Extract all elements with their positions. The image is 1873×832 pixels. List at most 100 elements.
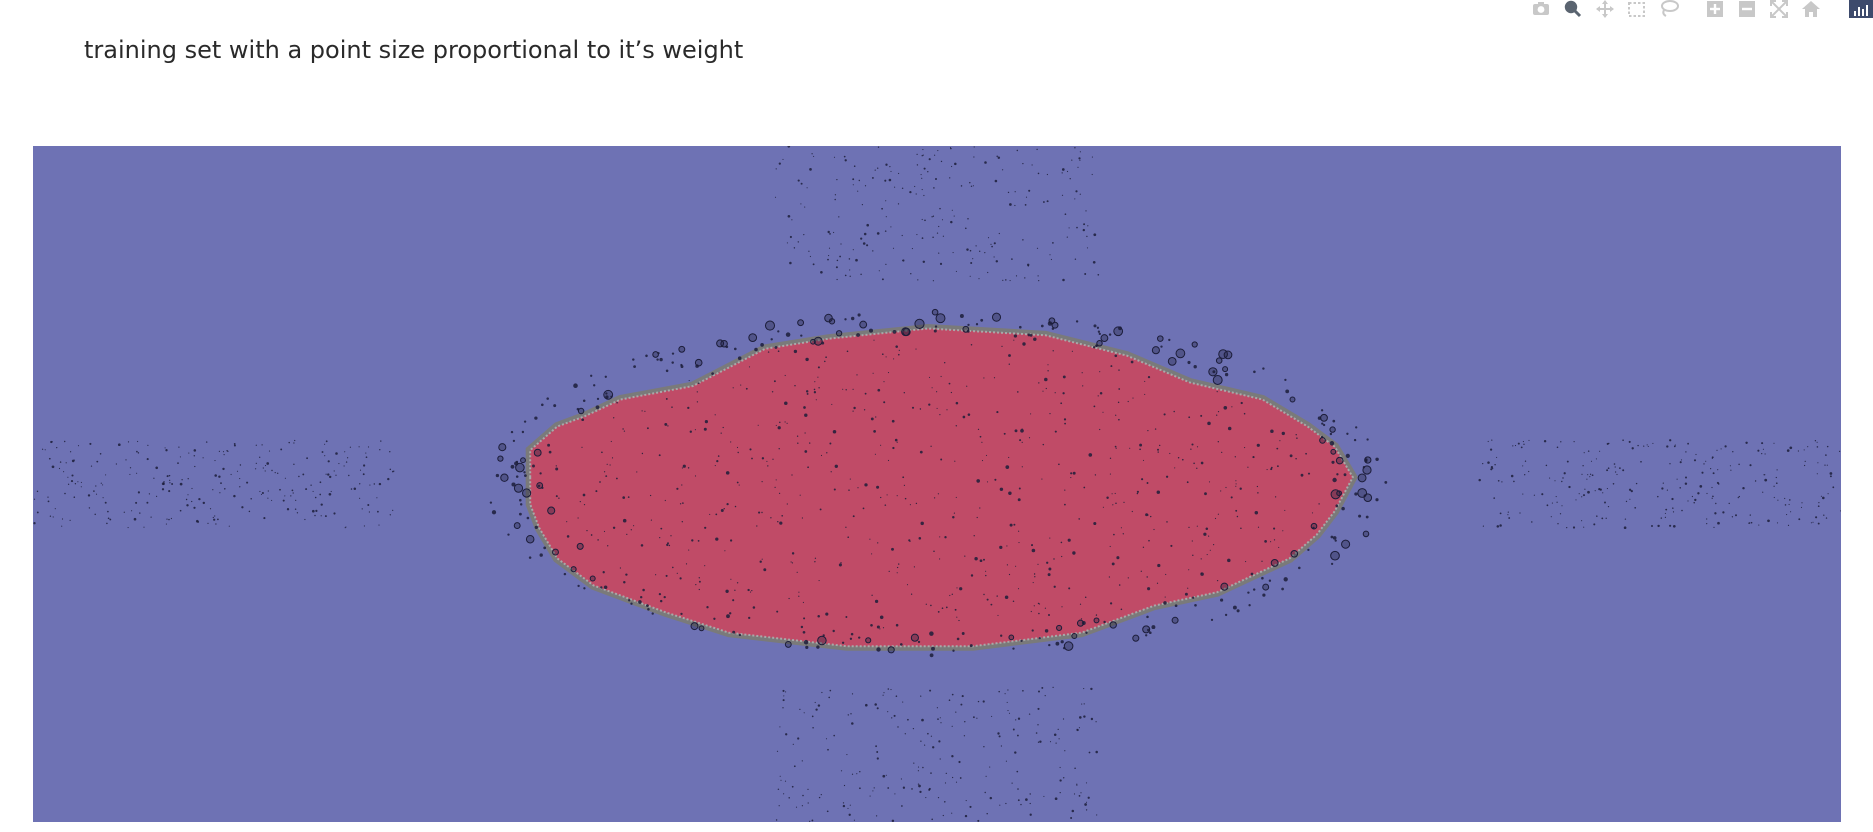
lasso-select-button[interactable] — [1655, 0, 1683, 18]
scatter-point — [1087, 796, 1090, 799]
scatter-point — [1520, 446, 1523, 449]
scatter-point — [47, 500, 50, 503]
scatter-point — [137, 452, 140, 454]
scatter-point — [131, 510, 133, 512]
scatter-point — [937, 718, 939, 720]
scatter-point — [1070, 817, 1073, 819]
scatter-point — [1045, 387, 1047, 390]
scatter-point — [577, 517, 579, 519]
scatter-point — [1551, 502, 1553, 504]
scatter-point — [310, 484, 312, 486]
scatter-point — [995, 260, 999, 263]
scatter-point — [862, 242, 866, 245]
scatter-point — [202, 501, 206, 505]
box-select-button[interactable] — [1623, 0, 1651, 18]
scatter-point — [271, 469, 273, 472]
scatter-point — [304, 518, 306, 521]
scatter-point — [324, 455, 326, 457]
scatter-point — [67, 483, 70, 485]
scatter-point — [1496, 456, 1498, 458]
zoom-in-button[interactable] — [1701, 0, 1729, 18]
scatter-point — [1674, 444, 1676, 446]
scatter-point — [646, 604, 649, 607]
scatter-point — [698, 577, 700, 579]
scatter-point — [1640, 460, 1642, 463]
scatter-point — [1000, 745, 1003, 747]
scatter-point — [1334, 539, 1337, 542]
scatter-point — [951, 755, 954, 758]
zoom-out-button[interactable] — [1733, 0, 1761, 18]
scatter-point — [1085, 210, 1087, 212]
zoom-button[interactable] — [1559, 0, 1587, 18]
scatter-point — [632, 358, 635, 361]
scatter-point — [876, 751, 879, 753]
scatter-point — [1067, 538, 1071, 542]
scatter-point — [1697, 492, 1700, 495]
scatter-point — [1684, 482, 1688, 485]
autoscale-button[interactable] — [1765, 0, 1793, 18]
scatter-point — [912, 728, 915, 730]
scatter-point — [923, 167, 926, 170]
scatter-point — [806, 392, 809, 395]
scatter-point — [1820, 495, 1822, 497]
scatter-point — [1773, 496, 1775, 499]
scatter-point — [894, 793, 896, 795]
scatter-point — [983, 593, 985, 596]
scatter-point — [250, 498, 252, 500]
scatter-point — [975, 245, 977, 247]
scatter-point — [951, 776, 954, 779]
scatter-point — [294, 439, 296, 442]
scatter-point — [945, 606, 948, 609]
scatter-point — [1074, 258, 1077, 260]
scatter-point — [872, 250, 874, 252]
scatter-point — [1025, 196, 1028, 198]
scatter-point — [1190, 448, 1192, 450]
scatter-point — [1061, 194, 1064, 196]
scatter-point — [99, 453, 102, 455]
scatter-point — [952, 516, 955, 519]
scatter-point — [1205, 527, 1209, 530]
scatter-point — [44, 449, 46, 451]
scatter-point — [1061, 168, 1065, 171]
scatter-point — [1358, 514, 1362, 518]
plotly-logo-icon[interactable] — [1849, 0, 1873, 18]
scatter-point — [859, 320, 868, 329]
scatter-point — [1156, 490, 1161, 494]
reset-axes-button[interactable] — [1797, 0, 1825, 18]
scatter-point — [324, 443, 326, 445]
scatter-point — [909, 504, 911, 506]
scatter-point — [970, 185, 973, 188]
scatter-point — [1139, 443, 1143, 447]
scatter-point — [833, 488, 836, 491]
scatter-point — [1672, 524, 1676, 528]
scatter-point — [1108, 333, 1112, 336]
scatter-point — [1200, 572, 1204, 576]
scatter-point — [1764, 453, 1766, 455]
scatter-point — [77, 481, 79, 483]
scatter-point — [1191, 341, 1198, 348]
scatter-point — [770, 517, 772, 519]
camera-button[interactable] — [1527, 0, 1555, 18]
scatter-point — [1070, 472, 1073, 475]
scatter-point — [1139, 448, 1141, 451]
scatter-point — [1035, 732, 1038, 734]
scatter-point — [599, 481, 601, 483]
scatter-point — [359, 469, 362, 471]
scatter-point — [1478, 478, 1481, 482]
scatter-point — [690, 622, 699, 631]
scatter-point — [976, 479, 980, 483]
scatter-point — [1062, 278, 1065, 282]
pan-button[interactable] — [1591, 0, 1619, 18]
scatter-point — [874, 169, 876, 171]
scatter-point — [219, 492, 221, 494]
scatter-point — [800, 625, 804, 629]
scatter-point — [872, 790, 874, 792]
scatter-point — [1055, 742, 1057, 744]
scatter-point — [1560, 441, 1562, 443]
scatter-point — [589, 575, 596, 582]
scatter-point — [714, 465, 716, 467]
scatter-point — [1144, 393, 1146, 395]
decision-region-scatter-chart[interactable] — [33, 146, 1841, 822]
plot-area[interactable] — [33, 146, 1841, 822]
scatter-point — [1826, 464, 1828, 466]
